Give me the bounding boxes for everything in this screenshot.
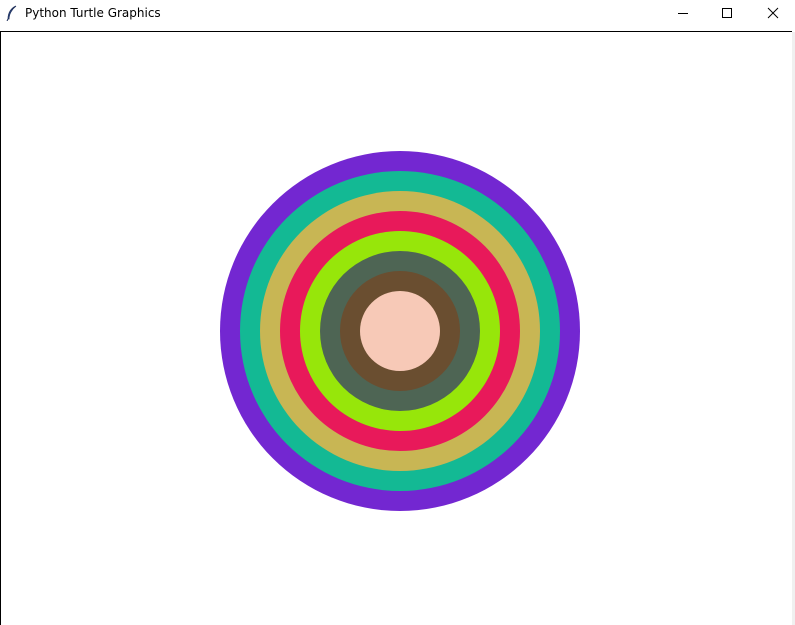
ring-8: [360, 291, 440, 371]
maximize-icon: [722, 8, 732, 18]
title-bar[interactable]: Python Turtle Graphics: [0, 0, 795, 31]
close-button[interactable]: [750, 0, 795, 26]
turtle-canvas[interactable]: [0, 32, 792, 625]
turtle-window: Python Turtle Graphics: [0, 0, 795, 625]
window-title: Python Turtle Graphics: [25, 6, 161, 20]
minimize-button[interactable]: [660, 0, 706, 26]
minimize-icon: [678, 13, 688, 14]
concentric-rings-drawing: [220, 151, 580, 511]
feather-icon: [6, 5, 17, 21]
close-icon: [767, 7, 779, 19]
maximize-button[interactable]: [704, 0, 750, 26]
